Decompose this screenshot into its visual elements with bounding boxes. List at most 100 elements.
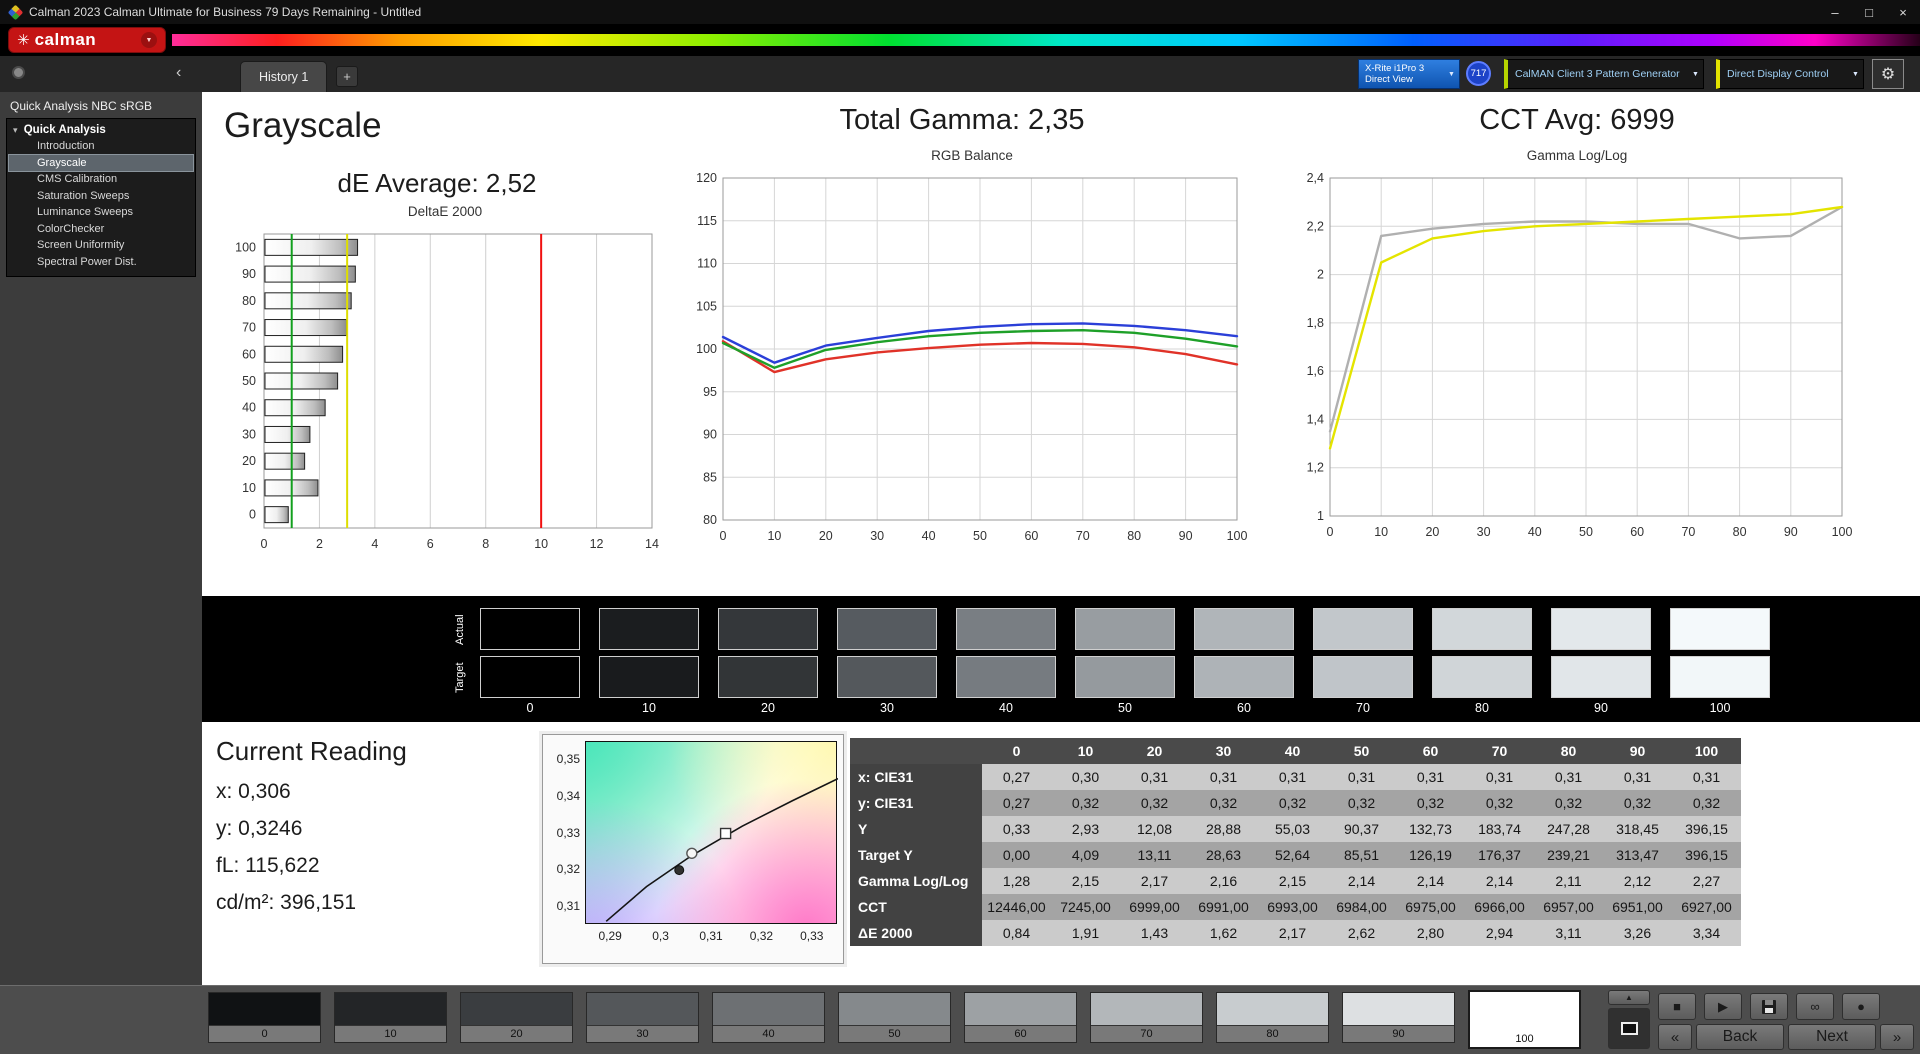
back-button[interactable]: Back [1696,1024,1784,1050]
pattern-level-100[interactable]: 100 [1468,990,1581,1049]
pattern-level-swatch [209,993,320,1026]
svg-text:12: 12 [590,537,604,551]
save-icon [1762,1000,1776,1014]
table-cell: 0,32 [1120,790,1189,816]
swatch-level-label: 70 [1313,701,1413,715]
cie-x-tick: 0,32 [744,929,778,943]
sidebar-item-luminance-sweeps[interactable]: Luminance Sweeps [9,204,193,221]
next-skip-button[interactable]: » [1880,1024,1914,1050]
table-cell: 2,17 [1258,920,1327,946]
table-row: Target Y0,004,0913,1128,6352,6485,51126,… [850,842,1741,868]
actual-swatch-50 [1075,608,1175,650]
table-cell: 2,16 [1189,868,1258,894]
minimize-button[interactable]: – [1818,0,1852,24]
table-col-header: 40 [1258,738,1327,764]
table-cell: 183,74 [1465,816,1534,842]
cct-avg-readout: CCT Avg: 6999 [1277,104,1877,137]
tab-bar: ‹ History 1 + X-Rite i1Pro 3 Direct View… [0,56,1920,92]
svg-text:90: 90 [242,267,256,281]
workflow-nav: « Back Next » [1658,1024,1914,1050]
reading-fl: fL: 115,622 [216,854,407,878]
svg-text:40: 40 [922,529,936,543]
analysis-charts-area: Grayscale dE Average: 2,52 Total Gamma: … [202,92,1920,596]
pattern-level-20[interactable]: 20 [460,992,573,1043]
svg-text:30: 30 [242,427,256,441]
svg-text:50: 50 [242,374,256,388]
pattern-level-label: 100 [1470,1031,1579,1047]
swatch-level-label: 30 [837,701,937,715]
target-swatch-60 [1194,656,1294,698]
table-cell: 2,62 [1327,920,1396,946]
actual-swatch-10 [599,608,699,650]
back-skip-button[interactable]: « [1658,1024,1692,1050]
add-tab-button[interactable]: + [336,66,358,87]
expand-controls-button[interactable]: ▲ [1608,990,1650,1005]
pattern-level-label: 70 [1091,1026,1202,1042]
meter-line1: X-Rite i1Pro 3 [1365,63,1424,74]
chevron-down-icon: ▼ [1848,71,1863,78]
table-cell: 6993,00 [1258,894,1327,920]
meter-dropdown-button[interactable]: X-Rite i1Pro 3 Direct View ▼ [1358,59,1460,89]
sidebar-item-spectral-power-dist[interactable]: Spectral Power Dist. [9,254,193,271]
swatch-level-label: 60 [1194,701,1294,715]
table-row-label: Gamma Log/Log [850,868,982,894]
stop-button[interactable]: ■ [1658,993,1696,1020]
pattern-level-label: 10 [335,1026,446,1042]
sidebar-item-cms-calibration[interactable]: CMS Calibration [9,171,193,188]
pattern-level-swatch [1217,993,1328,1026]
table-cell: 0,32 [1465,790,1534,816]
pattern-level-50[interactable]: 50 [838,992,951,1043]
window-controls: – □ × [1818,0,1920,24]
target-swatch-40 [956,656,1056,698]
cie-x-tick: 0,31 [694,929,728,943]
sidebar-item-quick-analysis[interactable]: ▾ Quick Analysis [9,122,193,138]
tab-history-1[interactable]: History 1 [240,61,327,92]
measurement-table: 0102030405060708090100x: CIE310,270,300,… [850,738,1741,946]
pattern-generator-dropdown-button[interactable]: CalMAN Client 3 Pattern Generator ▼ [1504,59,1704,89]
pattern-level-40[interactable]: 40 [712,992,825,1043]
pattern-level-10[interactable]: 10 [334,992,447,1043]
save-button[interactable] [1750,993,1788,1020]
table-cell: 396,15 [1672,816,1741,842]
sidebar-item-grayscale[interactable]: Grayscale [9,155,193,172]
pattern-window-button[interactable] [1608,1008,1650,1049]
pattern-level-90[interactable]: 90 [1342,992,1455,1043]
display-control-dropdown-button[interactable]: Direct Display Control ▼ [1716,59,1864,89]
table-cell: 2,15 [1258,868,1327,894]
pattern-level-70[interactable]: 70 [1090,992,1203,1043]
gamma-chart-block: Gamma Log/Log 010203040506070809010011,2… [1292,148,1862,559]
stop-icon: ■ [1673,999,1681,1014]
table-cell: 6927,00 [1672,894,1741,920]
svg-text:10: 10 [767,529,781,543]
settings-button[interactable]: ⚙ [1872,59,1904,89]
continuous-read-button[interactable]: ∞ [1796,993,1834,1020]
sidebar-item-saturation-sweeps[interactable]: Saturation Sweeps [9,188,193,205]
table-cell: 6951,00 [1603,894,1672,920]
table-row: CCT12446,007245,006999,006991,006993,006… [850,894,1741,920]
sidebar-item-colorchecker[interactable]: ColorChecker [9,221,193,238]
record-button[interactable]: ● [1842,993,1880,1020]
close-button[interactable]: × [1886,0,1920,24]
next-button[interactable]: Next [1788,1024,1876,1050]
sidebar-collapse-button[interactable]: ‹ [176,62,181,84]
cie-chromaticity-plot [585,741,837,924]
sidebar-item-introduction[interactable]: Introduction [9,138,193,155]
cie-x-tick: 0,3 [644,929,678,943]
target-swatch-0 [480,656,580,698]
sidebar-item-screen-uniformity[interactable]: Screen Uniformity [9,237,193,254]
maximize-button[interactable]: □ [1852,0,1886,24]
status-dot[interactable] [12,66,25,79]
target-swatch-20 [718,656,818,698]
svg-text:70: 70 [242,321,256,335]
play-button[interactable]: ▶ [1704,993,1742,1020]
table-corner-cell [850,738,982,764]
calman-menu-button[interactable]: ✳ calman ▼ [8,27,166,53]
pattern-level-80[interactable]: 80 [1216,992,1329,1043]
table-cell: 1,91 [1051,920,1120,946]
pattern-level-60[interactable]: 60 [964,992,1077,1043]
calman-logo-icon: ✳ [17,31,30,49]
pattern-level-0[interactable]: 0 [208,992,321,1043]
pattern-level-30[interactable]: 30 [586,992,699,1043]
target-swatch-50 [1075,656,1175,698]
table-cell: 0,31 [1327,764,1396,790]
